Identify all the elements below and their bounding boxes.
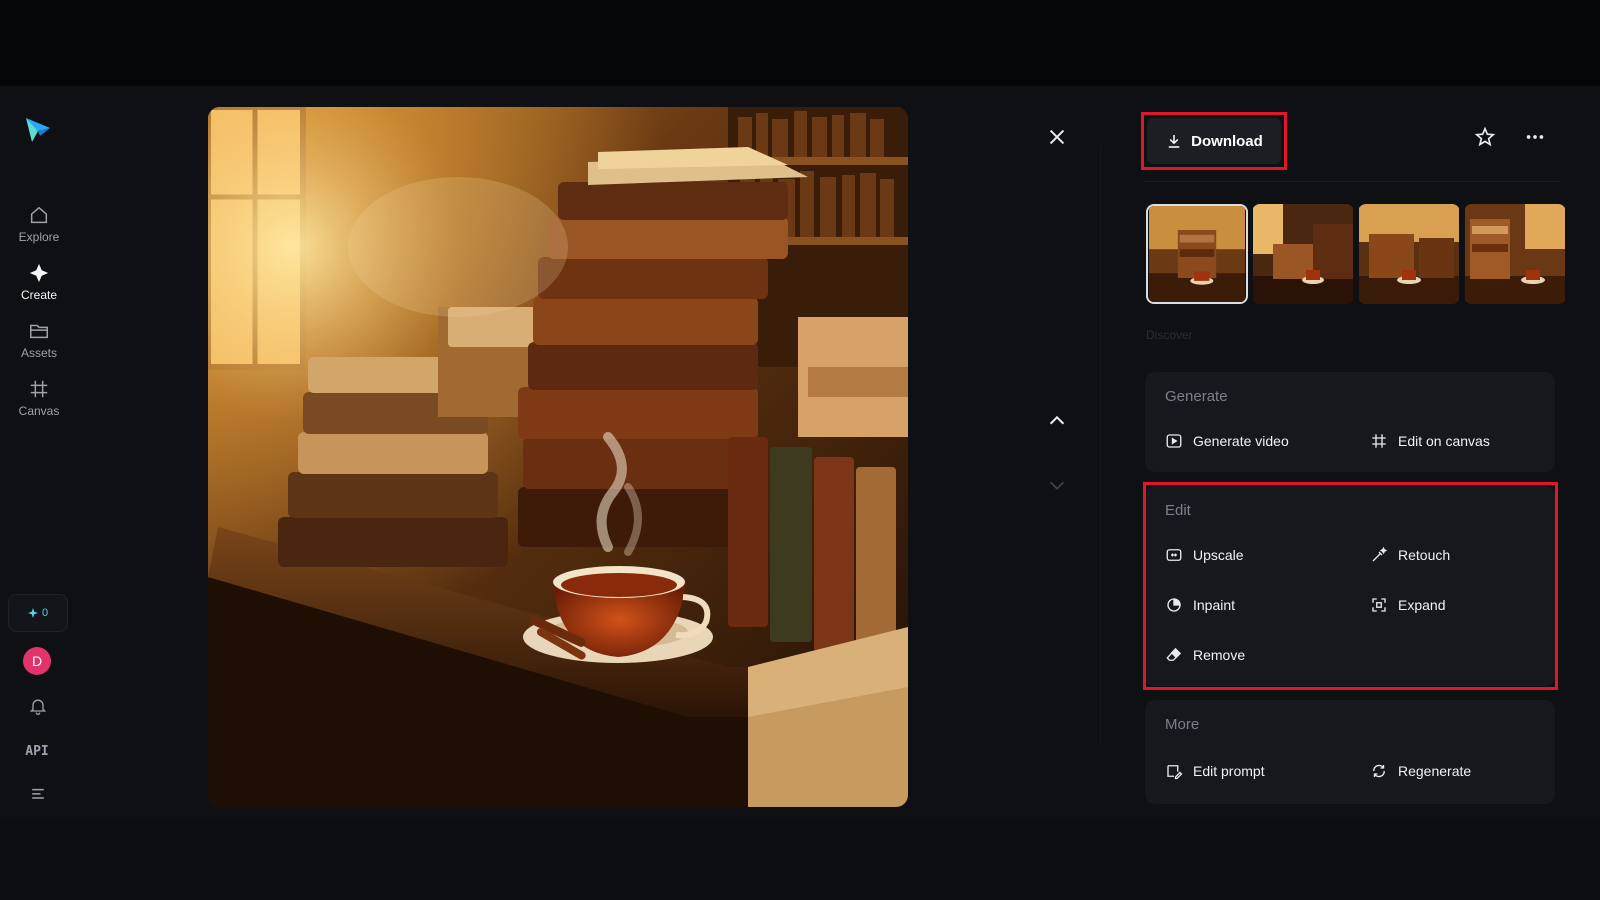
generated-image[interactable] (208, 107, 908, 807)
edit-on-canvas-button[interactable]: Edit on canvas (1370, 432, 1490, 450)
action-label: Edit on canvas (1398, 433, 1490, 449)
action-label: Retouch (1398, 547, 1451, 563)
download-button[interactable]: Download (1147, 118, 1281, 164)
sparkle-icon (29, 263, 49, 283)
inpaint-icon (1167, 598, 1181, 612)
api-link[interactable]: API (22, 744, 52, 759)
panel-header-divider (1144, 181, 1560, 182)
edit-prompt-button[interactable]: Edit prompt (1165, 762, 1265, 780)
chevron-down-icon (1049, 481, 1065, 490)
sidebar: Explore Create Assets Canvas 0 D API (0, 86, 78, 818)
play-icon (1166, 434, 1182, 448)
bell-icon (29, 699, 47, 715)
menu-button[interactable] (26, 781, 50, 805)
app-logo-icon[interactable] (22, 114, 54, 146)
generate-section: Generate Generate video Edit on canvas (1145, 372, 1555, 472)
credits-count: 0 (41, 607, 49, 619)
menu-icon (32, 788, 44, 799)
section-title: Edit (1165, 502, 1191, 519)
faded-section-label: Discover (1146, 328, 1193, 342)
thumbnail-image (1253, 204, 1353, 304)
app-window: Explore Create Assets Canvas 0 D API Dow… (0, 86, 1600, 818)
crop-icon (1372, 434, 1386, 448)
favorite-button[interactable] (1472, 124, 1498, 150)
sidebar-item-label: Canvas (18, 404, 60, 418)
action-label: Expand (1398, 597, 1446, 613)
retouch-icon (1372, 546, 1388, 562)
thumbnail-variation-2[interactable] (1252, 204, 1354, 304)
action-label: Generate video (1193, 433, 1289, 449)
sparkle-icon (27, 608, 38, 618)
more-options-button[interactable] (1522, 124, 1548, 150)
credits-badge[interactable]: 0 (8, 594, 68, 632)
chevron-up-icon (1049, 415, 1065, 425)
action-label: Regenerate (1398, 763, 1472, 779)
panel-divider (1100, 146, 1101, 746)
expand-icon (1372, 598, 1386, 612)
action-label: Remove (1193, 647, 1246, 663)
upscale-icon (1166, 549, 1182, 561)
expand-button[interactable]: Expand (1370, 596, 1445, 614)
thumbnail-image (1149, 206, 1245, 302)
sidebar-item-assets[interactable]: Assets (9, 314, 69, 366)
inpaint-button[interactable]: Inpaint (1165, 596, 1235, 614)
sidebar-item-create[interactable]: Create (9, 256, 69, 308)
thumbnail-image (1359, 204, 1459, 304)
thumbnail-variation-1[interactable] (1146, 204, 1248, 304)
sidebar-item-label: Explore (18, 230, 60, 244)
upscale-button[interactable]: Upscale (1165, 546, 1244, 564)
action-label: Inpaint (1193, 597, 1236, 613)
thumbnail-variation-3[interactable] (1358, 204, 1460, 304)
edit-prompt-icon (1167, 765, 1183, 780)
more-section: More Edit prompt Regenerate (1145, 700, 1555, 804)
previous-image-button[interactable] (1044, 408, 1070, 434)
action-label: Upscale (1193, 547, 1244, 563)
section-title: More (1165, 716, 1200, 733)
avatar[interactable]: D (23, 647, 51, 675)
home-icon (30, 206, 48, 224)
avatar-initial: D (31, 653, 43, 669)
edit-section: Edit Upscale Retouch Inpaint Expand Remo… (1145, 486, 1555, 686)
sidebar-item-explore[interactable]: Explore (9, 198, 69, 250)
regenerate-button[interactable]: Regenerate (1370, 762, 1471, 780)
regenerate-icon (1373, 764, 1385, 778)
notifications-button[interactable] (26, 694, 50, 718)
canvas-icon (30, 380, 48, 398)
close-button[interactable] (1044, 124, 1070, 150)
eraser-icon (1166, 648, 1181, 661)
download-icon (1168, 135, 1180, 148)
sidebar-item-label: Create (20, 288, 58, 302)
thumbnail-variation-4[interactable] (1464, 204, 1566, 304)
next-image-button[interactable] (1044, 472, 1070, 498)
folder-icon (30, 324, 48, 339)
action-label: Edit prompt (1193, 763, 1265, 779)
star-icon (1474, 126, 1496, 147)
bottom-bar (0, 818, 1600, 900)
sidebar-item-canvas[interactable]: Canvas (9, 372, 69, 424)
top-bar (0, 0, 1600, 86)
remove-button[interactable]: Remove (1165, 646, 1245, 664)
retouch-button[interactable]: Retouch (1370, 546, 1450, 564)
more-horizontal-icon (1526, 135, 1544, 139)
variation-thumbnails (1146, 204, 1566, 304)
library-tea-image (208, 107, 908, 807)
thumbnail-image (1465, 204, 1565, 304)
close-icon (1049, 129, 1065, 145)
section-title: Generate (1165, 388, 1228, 405)
generate-video-button[interactable]: Generate video (1165, 432, 1289, 450)
download-label: Download (1191, 132, 1263, 150)
sidebar-item-label: Assets (20, 346, 57, 360)
